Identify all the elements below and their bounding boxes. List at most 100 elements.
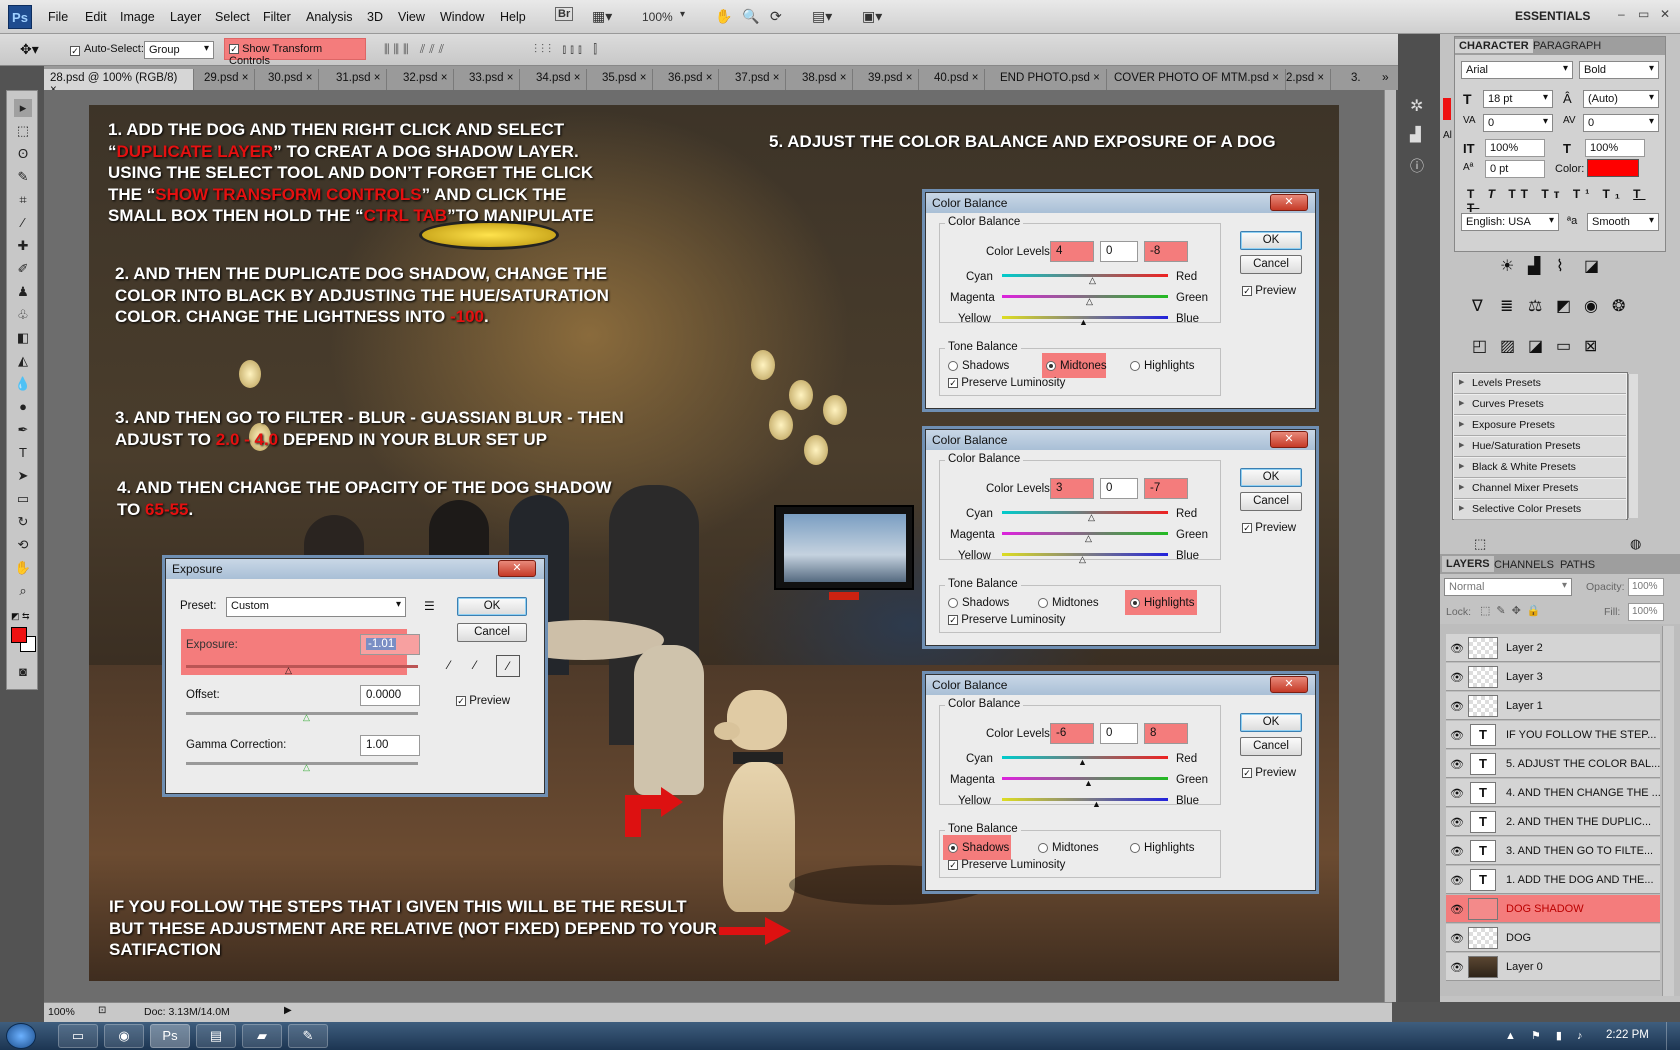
yellow-blue-thumb[interactable]: △ <box>1079 555 1086 564</box>
ok-button[interactable]: OK <box>457 597 527 616</box>
text-color-swatch[interactable] <box>1587 159 1639 177</box>
ok-button[interactable]: OK <box>1240 468 1302 487</box>
midtones-radio[interactable]: Midtones <box>1046 360 1107 372</box>
tab-document[interactable]: 30.psd × <box>262 69 320 90</box>
layer-row[interactable]: 👁 T 5. ADJUST THE COLOR BAL... <box>1446 750 1660 778</box>
zoom-tool-icon[interactable]: 🔍 <box>742 8 759 25</box>
exposure-slider[interactable] <box>186 665 418 668</box>
menu-3d[interactable]: 3D <box>367 10 383 24</box>
layer-row[interactable]: 👁 Layer 2 <box>1446 634 1660 662</box>
tab-document[interactable]: 38.psd × <box>796 69 854 90</box>
zoom-tool-icon[interactable]: ⌕ <box>14 582 32 600</box>
3d-orbit-icon[interactable]: ⟲ <box>14 536 32 554</box>
zoom-level-select[interactable]: 100% <box>642 10 673 24</box>
visibility-eye-icon[interactable]: 👁 <box>1450 787 1464 800</box>
preview-checkbox[interactable]: ✓ Preview <box>1242 522 1296 534</box>
black-white-icon[interactable]: ◩ <box>1556 296 1571 316</box>
antialias-select[interactable]: Smooth <box>1587 213 1659 231</box>
marquee-tool-icon[interactable]: ⬚ <box>14 122 32 140</box>
threshold-icon[interactable]: ◪ <box>1528 336 1543 356</box>
leading-select[interactable]: (Auto) <box>1583 90 1659 108</box>
cancel-button[interactable]: Cancel <box>457 623 527 642</box>
visibility-eye-icon[interactable]: 👁 <box>1450 903 1464 916</box>
arrange-documents-icon[interactable]: ▤▾ <box>812 8 832 25</box>
layer-row[interactable]: 👁 T 4. AND THEN CHANGE THE ... <box>1446 779 1661 807</box>
menu-window[interactable]: Window <box>440 10 484 24</box>
menu-image[interactable]: Image <box>120 10 155 24</box>
dialog-close-button[interactable]: ✕ <box>1270 194 1308 211</box>
canvas-vertical-scrollbar[interactable] <box>1384 90 1396 1002</box>
shadows-radio[interactable]: Shadows <box>948 360 1009 372</box>
gamma-input[interactable]: 1.00 <box>360 735 420 756</box>
posterize-icon[interactable]: ▨ <box>1500 336 1515 356</box>
selective-color-icon[interactable]: ⊠ <box>1584 336 1597 356</box>
cyan-red-thumb[interactable]: △ <box>1088 513 1095 522</box>
tab-document[interactable]: 3. <box>1345 69 1367 90</box>
visibility-eye-icon[interactable]: 👁 <box>1450 816 1464 829</box>
rotate-view-icon[interactable]: ⟳ <box>770 8 782 25</box>
eyedropper-black-icon[interactable]: ⁄ <box>448 658 450 672</box>
tab-document[interactable]: 32.psd × <box>397 69 455 90</box>
ok-button[interactable]: OK <box>1240 713 1302 732</box>
layer-row[interactable]: 👁 DOG SHADOW <box>1446 895 1660 923</box>
eraser-tool-icon[interactable]: ◧ <box>14 329 32 347</box>
tracking-select[interactable]: 0 <box>1583 114 1659 132</box>
tab-document[interactable]: 34.psd × <box>530 69 588 90</box>
lock-icons[interactable]: ⬚✎✥🔒 <box>1480 604 1547 617</box>
level-magenta-green-input[interactable]: 0 <box>1100 241 1138 262</box>
adjustment-panel-footer-icon[interactable]: ⬚ <box>1474 536 1486 552</box>
midtones-radio[interactable]: Midtones <box>1038 842 1099 854</box>
move-tool-icon[interactable]: ▸ <box>14 99 32 117</box>
dialog-close-button[interactable]: ✕ <box>498 560 536 577</box>
offset-input[interactable]: 0.0000 <box>360 685 420 706</box>
visibility-eye-icon[interactable]: 👁 <box>1450 932 1464 945</box>
taskbar-window-icon[interactable]: ▤ <box>196 1024 236 1048</box>
eyedropper-white-icon[interactable]: ⁄ <box>496 655 520 677</box>
tab-document[interactable]: 35.psd × <box>596 69 654 90</box>
offset-slider[interactable] <box>186 712 418 715</box>
preset-item[interactable]: Hue/Saturation Presets <box>1454 437 1626 457</box>
baseline-shift-input[interactable]: 0 pt <box>1485 160 1545 178</box>
screen-mode-toggle-icon[interactable]: ▣▾ <box>862 8 882 25</box>
tab-document[interactable]: 31.psd × <box>330 69 388 90</box>
yellow-blue-thumb[interactable]: ▲ <box>1079 318 1088 327</box>
3d-rotate-icon[interactable]: ↻ <box>14 513 32 531</box>
preview-checkbox[interactable]: ✓ Preview <box>1242 285 1296 297</box>
path-select-icon[interactable]: ➤ <box>14 467 32 485</box>
eyedropper-tool-icon[interactable]: ⁄ <box>14 214 32 232</box>
menu-layer[interactable]: Layer <box>170 10 201 24</box>
tab-layers[interactable]: LAYERS <box>1442 556 1494 572</box>
magenta-green-thumb[interactable]: △ <box>1086 297 1093 306</box>
quick-mask-icon[interactable]: ◙ <box>14 663 32 681</box>
exposure-icon[interactable]: ◪ <box>1584 256 1599 276</box>
healing-brush-icon[interactable]: ✚ <box>14 237 32 255</box>
level-magenta-green-input[interactable]: 0 <box>1100 478 1138 499</box>
taskbar-photoshop-icon[interactable]: Ps <box>150 1024 190 1048</box>
layer-row[interactable]: 👁 T 2. AND THEN THE DUPLIC... <box>1446 808 1660 836</box>
adjustment-mask-icon[interactable]: ◍ <box>1630 536 1641 552</box>
visibility-eye-icon[interactable]: 👁 <box>1450 700 1464 713</box>
tab-document[interactable]: 39.psd × <box>862 69 920 90</box>
preview-checkbox[interactable]: ✓ Preview <box>1242 767 1296 779</box>
taskbar-chrome-icon[interactable]: ◉ <box>104 1024 144 1048</box>
taskbar-app-icon[interactable]: ✎ <box>288 1024 328 1048</box>
layers-scrollbar[interactable] <box>1662 626 1674 996</box>
preset-item[interactable]: Levels Presets <box>1454 374 1626 394</box>
preset-item[interactable]: Selective Color Presets <box>1454 500 1626 520</box>
menu-view[interactable]: View <box>398 10 425 24</box>
cyan-red-slider[interactable] <box>1002 511 1168 514</box>
font-family-select[interactable]: Arial <box>1461 61 1573 79</box>
magenta-green-thumb[interactable]: △ <box>1085 534 1092 543</box>
hand-tool-icon[interactable]: ✋ <box>14 559 32 577</box>
menu-help[interactable]: Help <box>500 10 526 24</box>
visibility-eye-icon[interactable]: 👁 <box>1450 758 1464 771</box>
yellow-blue-thumb[interactable]: ▲ <box>1092 800 1101 809</box>
maximize-icon[interactable]: ▭ <box>1638 7 1649 21</box>
text-style-buttons[interactable]: T T TT Tт T¹ T₁ T T <box>1467 187 1665 215</box>
crop-tool-icon[interactable]: ⌗ <box>14 191 32 209</box>
curves-icon[interactable]: ⌇ <box>1556 256 1564 276</box>
menu-select[interactable]: Select <box>215 10 250 24</box>
distribute-icons[interactable]: ⫶⫶⫶ ⫾⫾⫾ ⫿ <box>534 42 601 57</box>
photo-filter-icon[interactable]: ◉ <box>1584 296 1598 316</box>
status-menu-icon[interactable]: ▶ <box>284 1005 292 1016</box>
